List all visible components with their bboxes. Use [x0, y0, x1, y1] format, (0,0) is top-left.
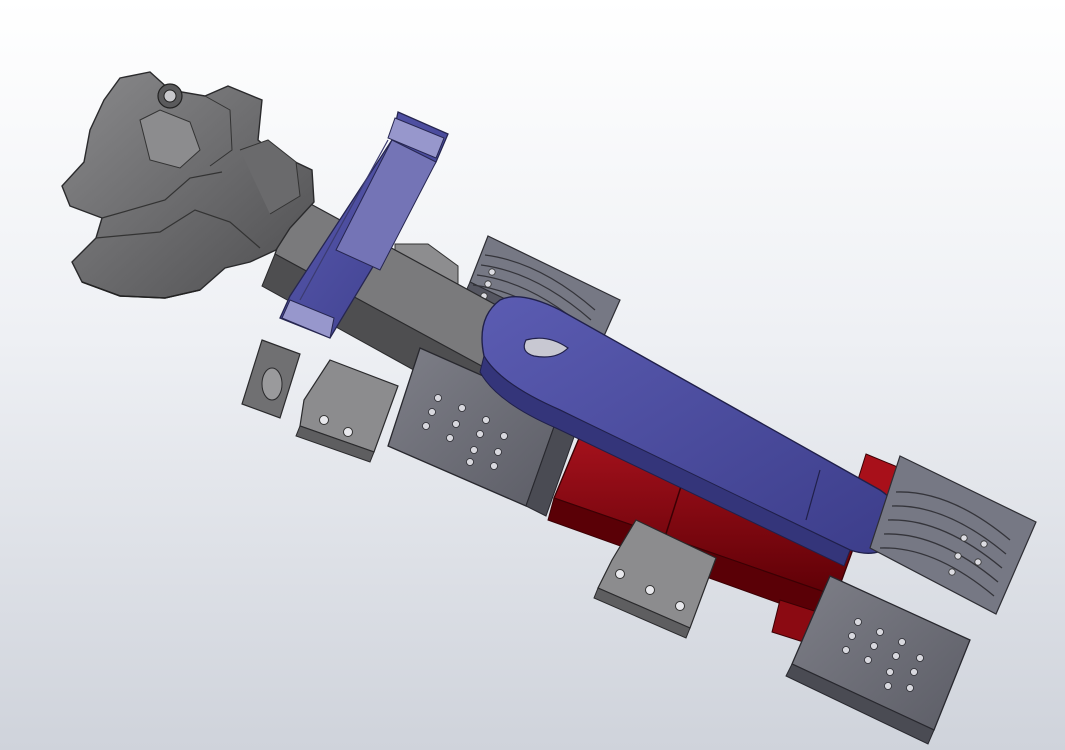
- bolt-head: [157, 83, 183, 109]
- ribbed-jaw-bottom: [869, 455, 1037, 615]
- cad-model[interactable]: [0, 0, 1065, 750]
- slotted-bracket-left: [295, 359, 399, 463]
- clamp-block: [241, 339, 301, 419]
- cad-viewport[interactable]: [0, 0, 1065, 750]
